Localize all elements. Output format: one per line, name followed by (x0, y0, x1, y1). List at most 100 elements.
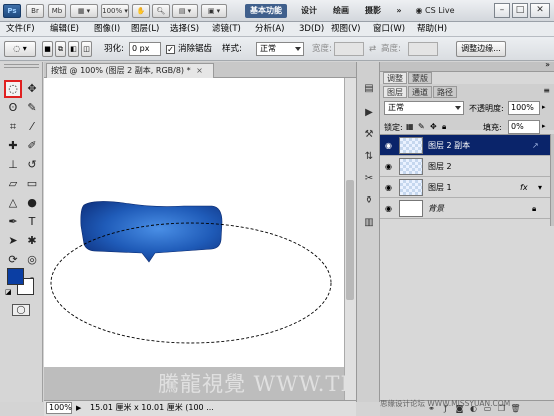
character-panel-icon[interactable]: ⇅ (362, 150, 376, 164)
refine-edge-button[interactable]: 调整边缘... (456, 41, 506, 57)
document-tab[interactable]: 按钮 @ 100% (图层 2 副本, RGB/8) * × (46, 63, 214, 78)
foreground-color-swatch[interactable] (7, 268, 24, 285)
actions-panel-icon[interactable]: ▶ (362, 106, 376, 120)
tab-masks[interactable]: 蒙版 (408, 72, 432, 84)
eye-icon[interactable]: ◉ (383, 161, 394, 172)
gradient-tool[interactable]: ▭ (23, 175, 41, 193)
lasso-tool[interactable]: ʘ (4, 99, 22, 117)
menu-layer[interactable]: 图层(L) (131, 23, 159, 35)
menu-filter[interactable]: 滤镜(T) (212, 23, 241, 35)
minibridge-button[interactable]: Mb (48, 4, 66, 18)
fill-arrow-icon[interactable]: ▸ (542, 122, 546, 130)
type-tool[interactable]: T (23, 213, 41, 231)
status-arrow-icon[interactable]: ▶ (76, 401, 86, 415)
eyedropper-tool[interactable]: ⁄ (23, 118, 41, 136)
minimize-button[interactable]: – (494, 3, 510, 18)
lock-transparency-icon[interactable]: ▦ (406, 122, 414, 131)
subtract-selection-icon[interactable]: ◧ (68, 41, 79, 57)
quick-selection-tool[interactable]: ✎ (23, 99, 41, 117)
vertical-scrollbar-thumb[interactable] (346, 180, 354, 300)
tab-channels[interactable]: 通道 (408, 86, 432, 98)
tool-preset-picker[interactable]: ◌ ▾ (4, 41, 36, 57)
blur-tool[interactable]: △ (4, 194, 22, 212)
pen-tool[interactable]: ✒ (4, 213, 22, 231)
menu-select[interactable]: 选择(S) (170, 23, 199, 35)
workspace-photography[interactable]: 摄影 (360, 4, 386, 18)
antialias-checkbox[interactable]: ✓ (166, 45, 175, 54)
layer-effects-icon[interactable]: fx (520, 182, 528, 193)
blend-mode-dropdown[interactable]: 正常 (384, 101, 464, 115)
panel-grip[interactable]: » (380, 60, 554, 72)
hand-tool-icon[interactable]: ✋ (132, 4, 150, 18)
zoom-tool-icon[interactable]: 🔍︎ (152, 4, 170, 18)
menu-view[interactable]: 视图(V) (331, 23, 360, 35)
workspace-painting[interactable]: 绘画 (328, 4, 354, 18)
brush-tool[interactable]: ✐ (23, 137, 41, 155)
eraser-tool[interactable]: ▱ (4, 175, 22, 193)
menu-analysis[interactable]: 分析(A) (255, 23, 284, 35)
new-selection-icon[interactable]: ■ (42, 41, 53, 57)
feather-input[interactable]: 0 px (129, 42, 161, 56)
close-tab-icon[interactable]: × (196, 66, 203, 75)
history-brush-tool[interactable]: ↺ (23, 156, 41, 174)
add-to-selection-icon[interactable]: ⧉ (55, 41, 66, 57)
panel-menu-icon[interactable]: ≡ (543, 86, 550, 95)
style-dropdown[interactable]: 正常 (256, 42, 304, 56)
more-workspaces-button[interactable]: » (392, 4, 406, 18)
layer-row[interactable]: ◉ 图层 1 fx ▾ (380, 177, 550, 198)
lock-pixels-icon[interactable]: ✎ (418, 122, 425, 131)
eye-icon[interactable]: ◉ (383, 203, 394, 214)
menu-edit[interactable]: 编辑(E) (50, 23, 79, 35)
zoom-field[interactable]: 100% (46, 402, 72, 414)
eye-icon[interactable]: ◉ (383, 140, 394, 151)
move-tool[interactable]: ✥ (23, 80, 41, 98)
paragraph-panel-icon[interactable]: ▥ (362, 216, 376, 230)
path-selection-tool[interactable]: ➤ (4, 232, 22, 250)
tab-adjustments[interactable]: 调整 (383, 72, 407, 84)
lock-all-icon[interactable]: 🔒︎ (442, 122, 446, 132)
opacity-input[interactable]: 100% (508, 101, 540, 115)
width-input[interactable] (334, 42, 364, 56)
tab-layers[interactable]: 图层 (383, 86, 407, 98)
maximize-button[interactable]: □ (512, 3, 528, 18)
arrange-documents-dropdown[interactable]: ▤ ▾ (172, 4, 198, 18)
intersect-selection-icon[interactable]: ◫ (81, 41, 92, 57)
clone-stamp-tool[interactable]: ⊥ (4, 156, 22, 174)
layer-row[interactable]: ◉ 图层 2 (380, 156, 550, 177)
3d-rotate-tool[interactable]: ⟳ (4, 251, 22, 269)
height-input[interactable] (408, 42, 438, 56)
menu-image[interactable]: 图像(I) (94, 23, 120, 35)
3d-orbit-tool[interactable]: ◎ (23, 251, 41, 269)
history-panel-icon[interactable]: ▤ (362, 82, 376, 96)
delete-layer-icon[interactable]: 🗑︎ (510, 403, 521, 414)
layer-row[interactable]: ◉ 图层 2 副本 ↗ (380, 135, 550, 156)
dodge-tool[interactable]: ● (23, 194, 41, 212)
layers-scrollbar[interactable] (550, 134, 554, 226)
menu-window[interactable]: 窗口(W) (373, 23, 405, 35)
menu-file[interactable]: 文件(F) (6, 23, 35, 35)
tool-presets-icon[interactable]: ⚒ (362, 128, 376, 142)
layer-row[interactable]: ◉ 背景 🔒︎ (380, 198, 550, 219)
swap-icon[interactable]: ⇄ (369, 44, 376, 55)
bridge-button[interactable]: Br (26, 4, 44, 18)
workspace-essentials[interactable]: 基本功能 (245, 4, 287, 18)
quick-mask-icon[interactable]: ◯ (12, 304, 30, 316)
close-button[interactable]: ✕ (530, 3, 550, 18)
expand-effects-icon[interactable]: ▾ (538, 182, 542, 193)
lock-position-icon[interactable]: ✥ (430, 122, 437, 131)
menu-help[interactable]: 帮助(H) (417, 23, 447, 35)
panel-collapse-icon[interactable]: » (545, 60, 550, 69)
workspace-design[interactable]: 设计 (296, 4, 322, 18)
elliptical-marquee-tool[interactable]: ◌ (4, 80, 22, 98)
eye-icon[interactable]: ◉ (383, 182, 394, 193)
document-canvas[interactable] (44, 78, 344, 367)
default-colors-icon[interactable]: ◪ (5, 288, 12, 296)
spot-healing-tool[interactable]: ✚ (4, 137, 22, 155)
brush-panel-icon[interactable]: ✂ (362, 172, 376, 186)
shape-tool[interactable]: ✱ (23, 232, 41, 250)
opacity-arrow-icon[interactable]: ▸ (542, 103, 546, 111)
tab-paths[interactable]: 路径 (433, 86, 457, 98)
menu-3d[interactable]: 3D(D) (299, 23, 324, 35)
fill-input[interactable]: 0% (508, 120, 540, 134)
toolbox-grip[interactable] (4, 64, 39, 68)
